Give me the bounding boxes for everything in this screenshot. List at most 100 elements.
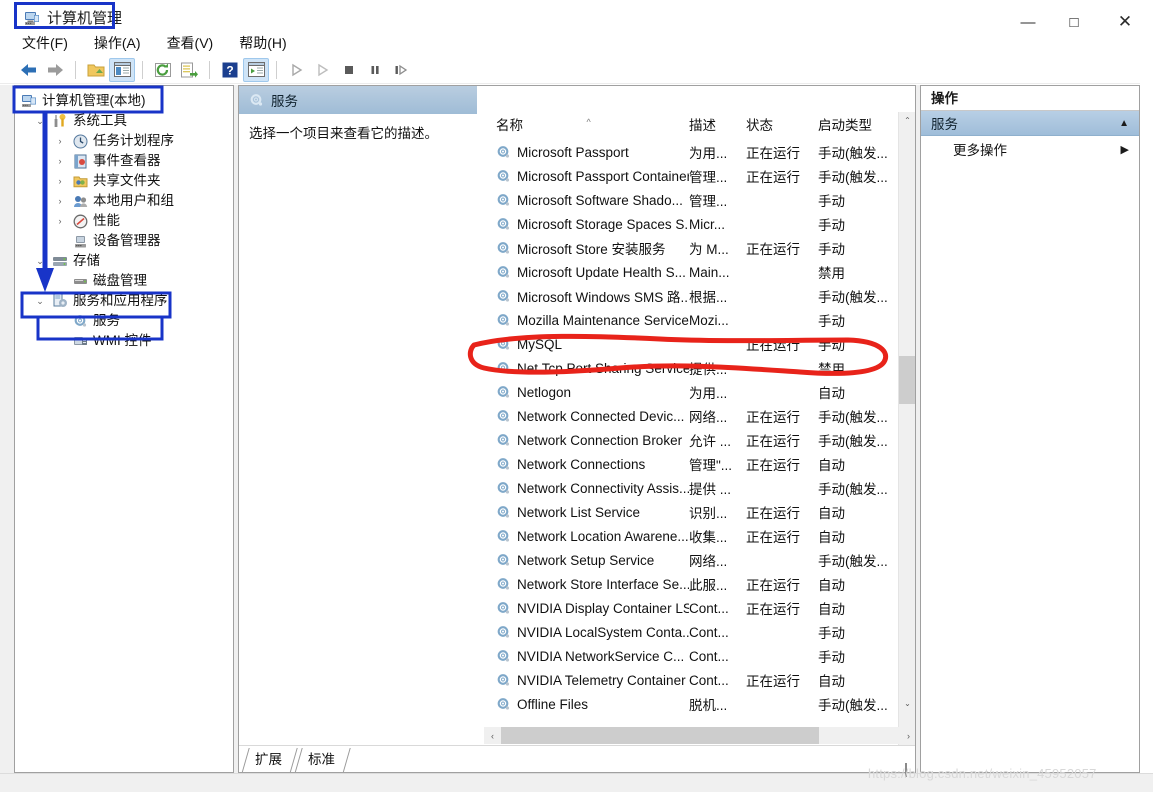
- cell-startup-type: 自动: [818, 530, 845, 545]
- table-row[interactable]: Network List Service 识别... 正在运行 自动: [484, 500, 915, 524]
- cell-description: 脱机...: [689, 698, 728, 713]
- gear-icon: [496, 241, 511, 256]
- tree-event-viewer[interactable]: › 事件查看器: [15, 151, 233, 171]
- table-row[interactable]: MySQL 正在运行 手动: [484, 332, 915, 356]
- chevron-right-icon[interactable]: ›: [53, 171, 67, 191]
- column-header-startup[interactable]: 启动类型: [818, 112, 896, 140]
- tree-services-and-applications[interactable]: ⌄ 服务和应用程序: [15, 291, 233, 311]
- table-row[interactable]: Network Connectivity Assis... 提供 ... 手动(触发…: [484, 476, 915, 500]
- tab-extended[interactable]: 扩展: [243, 748, 296, 772]
- table-row[interactable]: NVIDIA Display Container LS Cont... 正在运行 自动: [484, 596, 915, 620]
- resume-service-icon[interactable]: [388, 58, 414, 82]
- action-more-actions-label: 更多操作: [953, 143, 1007, 158]
- menu-help[interactable]: 帮助(H): [239, 33, 286, 53]
- column-header-description[interactable]: 描述: [689, 112, 746, 140]
- chevron-right-icon[interactable]: ›: [53, 151, 67, 171]
- table-row[interactable]: Microsoft Update Health S... Main... 禁用: [484, 260, 915, 284]
- show-tree-icon[interactable]: [109, 57, 135, 82]
- table-row[interactable]: Network Location Awarene... 收集... 正在运行 自动: [484, 524, 915, 548]
- chevron-down-icon[interactable]: ⌄: [33, 291, 47, 311]
- back-icon[interactable]: [16, 58, 42, 82]
- table-row[interactable]: Network Store Interface Se... 此服... 正在运行 自动: [484, 572, 915, 596]
- table-row[interactable]: NVIDIA LocalSystem Conta... Cont... 手动: [484, 620, 915, 644]
- restart-service-icon[interactable]: [310, 58, 336, 82]
- tree-services[interactable]: 服务: [15, 311, 233, 331]
- table-row[interactable]: Network Connections 管理"... 正在运行 自动: [484, 452, 915, 476]
- help-icon[interactable]: ?: [217, 58, 243, 82]
- no-twisty: [53, 331, 67, 351]
- horizontal-scroll-track[interactable]: [501, 727, 900, 744]
- chevron-right-icon[interactable]: ›: [53, 191, 67, 211]
- tree-disk-management[interactable]: 磁盘管理: [15, 271, 233, 291]
- table-row[interactable]: NVIDIA Telemetry Container Cont... 正在运行 自动: [484, 668, 915, 692]
- tree-local-users-groups[interactable]: › 本地用户和组: [15, 191, 233, 211]
- chevron-right-icon[interactable]: ▶: [1121, 143, 1129, 156]
- tree-device-manager[interactable]: 设备管理器: [15, 231, 233, 251]
- tree-root-computer-management[interactable]: 计算机管理(本地): [15, 91, 233, 111]
- table-row[interactable]: Netlogon 为用... 自动: [484, 380, 915, 404]
- gear-icon: [496, 697, 511, 712]
- table-row[interactable]: NVIDIA NetworkService C... Cont... 手动: [484, 644, 915, 668]
- scroll-down-icon[interactable]: ⌄: [899, 695, 915, 712]
- vertical-scroll-thumb[interactable]: [899, 356, 915, 404]
- cell-startup-type: 自动: [818, 578, 845, 593]
- column-header-name[interactable]: 名称 ^: [484, 112, 689, 140]
- stop-service-icon[interactable]: [336, 58, 362, 82]
- column-header-status[interactable]: 状态: [746, 112, 818, 140]
- start-service-icon[interactable]: [284, 58, 310, 82]
- menu-file[interactable]: 文件(F): [22, 33, 68, 53]
- table-row[interactable]: Mozilla Maintenance Service Mozi... 手动: [484, 308, 915, 332]
- actions-section-services[interactable]: 服务 ▲: [921, 111, 1139, 136]
- tree-performance[interactable]: › 性能: [15, 211, 233, 231]
- show-action-pane-icon[interactable]: [243, 57, 269, 82]
- table-row[interactable]: Network Connection Broker 允许 ... 正在运行 手动(触发…: [484, 428, 915, 452]
- cell-service-name: NVIDIA LocalSystem Conta...: [484, 625, 689, 640]
- table-row[interactable]: Microsoft Passport Container 管理... 正在运行 手动(…: [484, 164, 915, 188]
- scroll-left-icon[interactable]: ‹: [484, 727, 501, 744]
- export-list-icon[interactable]: [176, 58, 202, 82]
- menu-action[interactable]: 操作(A): [94, 33, 141, 53]
- chevron-down-icon[interactable]: ⌄: [33, 111, 47, 131]
- cell-description: 管理...: [689, 170, 728, 185]
- cell-description: Cont...: [689, 624, 729, 640]
- menu-view[interactable]: 查看(V): [167, 33, 214, 53]
- table-row[interactable]: Microsoft Storage Spaces S... Micr... 手动: [484, 212, 915, 236]
- chevron-up-icon[interactable]: ▲: [1119, 118, 1129, 129]
- tree-system-tools[interactable]: ⌄ 系统工具: [15, 111, 233, 131]
- chevron-right-icon[interactable]: ›: [53, 131, 67, 151]
- table-row[interactable]: Microsoft Software Shado... 管理... 手动: [484, 188, 915, 212]
- cell-status: 正在运行: [746, 170, 800, 185]
- listview-horizontal-scrollbar[interactable]: ‹ ›: [484, 727, 915, 744]
- up-folder-icon[interactable]: [83, 58, 109, 82]
- refresh-icon[interactable]: [150, 58, 176, 82]
- table-row[interactable]: Network Connected Devic... 网络... 正在运行 手动(触发…: [484, 404, 915, 428]
- table-row[interactable]: Network Setup Service 网络... 手动(触发...: [484, 548, 915, 572]
- table-row[interactable]: Microsoft Windows SMS 路... 根据... 手动(触发...: [484, 284, 915, 308]
- tree-task-scheduler[interactable]: › 任务计划程序: [15, 131, 233, 151]
- table-row[interactable]: Microsoft Store 安装服务 为 M... 正在运行 手动: [484, 236, 915, 260]
- scroll-right-icon[interactable]: ›: [900, 727, 915, 744]
- listview-vertical-scrollbar[interactable]: ⌃ ⌄: [898, 112, 915, 772]
- cell-service-name: Network Setup Service: [484, 553, 689, 568]
- pause-service-icon[interactable]: [362, 58, 388, 82]
- chevron-down-icon[interactable]: ⌄: [33, 251, 47, 271]
- table-row[interactable]: Microsoft Passport 为用... 正在运行 手动(触发...: [484, 140, 915, 164]
- gear-icon: [496, 481, 511, 496]
- forward-icon[interactable]: [42, 58, 68, 82]
- cell-service-name: NVIDIA NetworkService C...: [484, 649, 689, 664]
- scroll-up-icon[interactable]: ⌃: [899, 112, 915, 129]
- gear-icon: [496, 577, 511, 592]
- action-more-actions[interactable]: 更多操作 ▶: [921, 136, 1139, 162]
- toolbar-separator: [209, 60, 210, 79]
- tree-shared-folders[interactable]: › 共享文件夹: [15, 171, 233, 191]
- cell-description: 允许 ...: [689, 434, 732, 449]
- table-row[interactable]: Offline Files 脱机... 手动(触发...: [484, 692, 915, 716]
- services-listview[interactable]: 名称 ^ 描述 状态 启动类型 Microsoft Passport 为用... 正…: [484, 112, 915, 772]
- table-row[interactable]: Net.Tcp Port Sharing Service 提供... 禁用: [484, 356, 915, 380]
- tab-standard[interactable]: 标准: [296, 748, 349, 772]
- chevron-right-icon[interactable]: ›: [53, 211, 67, 231]
- horizontal-scroll-thumb[interactable]: [501, 727, 819, 744]
- tree-wmi-control[interactable]: WMI 控件: [15, 331, 233, 351]
- gear-icon: [496, 673, 511, 688]
- tree-storage[interactable]: ⌄ 存储: [15, 251, 233, 271]
